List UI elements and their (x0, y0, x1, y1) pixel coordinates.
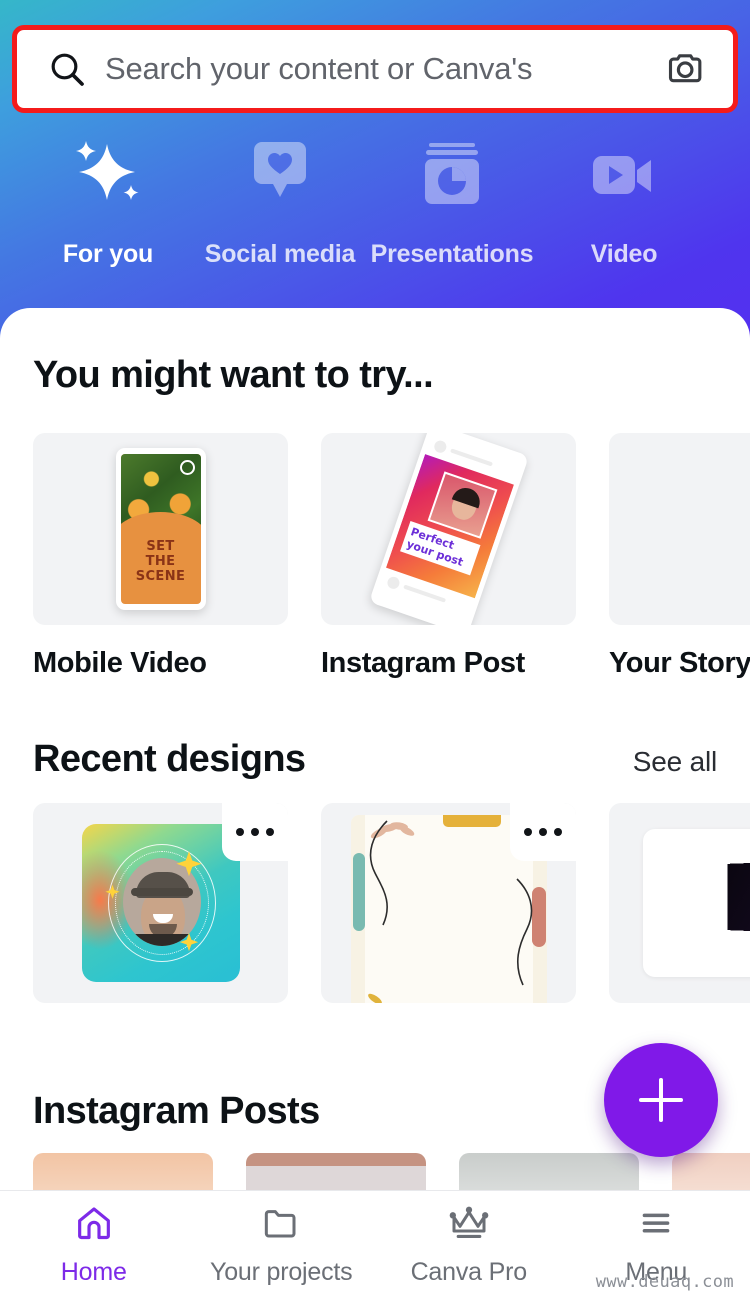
more-options-icon[interactable] (510, 803, 576, 861)
crown-icon (446, 1203, 492, 1248)
try-section-header: You might want to try... (0, 308, 750, 397)
nav-label: Canva Pro (410, 1257, 528, 1286)
header-gradient: For you Social media (0, 0, 750, 340)
nav-label: Your projects (210, 1257, 353, 1286)
nav-item-your-projects[interactable]: Your projects (188, 1191, 376, 1298)
nav-item-canva-pro[interactable]: Canva Pro (375, 1191, 563, 1298)
recent-design-card[interactable] (321, 803, 576, 1003)
try-card-label: Mobile Video (33, 647, 207, 679)
category-label: Social media (204, 240, 356, 268)
search-bar[interactable] (12, 25, 738, 113)
category-label: For you (62, 240, 154, 268)
category-tab-social-media[interactable]: Social media (194, 138, 366, 269)
try-card-thumbnail[interactable]: Perfect your post (321, 433, 576, 625)
try-card-mobile-video[interactable]: SET THE SCENE Mobile Video (33, 433, 288, 680)
recent-design-card[interactable] (33, 803, 288, 1003)
try-card-your-story[interactable]: ENGAGE YourAudience Your Story (609, 433, 750, 680)
recent-design-card[interactable] (609, 803, 750, 1003)
category-tab-video[interactable]: Video (538, 138, 710, 269)
thumb-caption: SET THE SCENE (135, 539, 186, 584)
search-input[interactable] (89, 51, 663, 87)
category-tab-for-you[interactable]: For you (22, 138, 194, 269)
search-icon (45, 47, 89, 91)
category-tab-presentations[interactable]: Presentations (366, 138, 538, 269)
section-title-instagram: Instagram Posts (33, 1090, 320, 1132)
recent-section-header: Recent designs See all (0, 738, 750, 781)
try-card-label: Your Story (609, 647, 750, 679)
nav-item-home[interactable]: Home (0, 1191, 188, 1298)
camera-icon[interactable] (663, 45, 711, 93)
hamburger-menu-icon (634, 1203, 678, 1248)
category-tabs[interactable]: For you Social media Presentations Video (0, 138, 750, 288)
nav-label: Home (60, 1257, 127, 1286)
home-icon (72, 1203, 116, 1248)
sparkle-icon (69, 138, 147, 210)
create-design-fab[interactable] (604, 1043, 718, 1157)
phone-mockup: SET THE SCENE (115, 448, 206, 610)
see-all-link[interactable]: See all (633, 746, 717, 778)
phone-mockup: Perfect your post (368, 433, 529, 625)
pie-chart-icon (419, 138, 485, 210)
try-card-thumbnail[interactable]: ENGAGE YourAudience (609, 433, 750, 625)
folder-icon (259, 1203, 303, 1248)
section-title-try: You might want to try... (33, 354, 434, 396)
more-options-icon[interactable] (222, 803, 288, 861)
category-label: Video (590, 240, 658, 268)
try-cards-strip[interactable]: SET THE SCENE Mobile Video Perfect your … (0, 433, 750, 680)
plus-icon (659, 1078, 663, 1122)
category-tab-print[interactable]: Pr (710, 138, 750, 269)
try-card-label: Instagram Post (321, 647, 525, 679)
section-title-recent: Recent designs (33, 738, 306, 780)
category-label: Presentations (370, 240, 534, 268)
try-card-thumbnail[interactable]: SET THE SCENE (33, 433, 288, 625)
canva-home-screen: For you Social media (0, 0, 750, 1298)
video-camera-icon (587, 138, 661, 210)
heart-bubble-icon (245, 138, 315, 210)
site-watermark: www.deuaq.com (595, 1272, 734, 1292)
try-card-instagram-post[interactable]: Perfect your post Instagram Post (321, 433, 576, 680)
recent-cards-strip[interactable] (0, 803, 750, 1003)
